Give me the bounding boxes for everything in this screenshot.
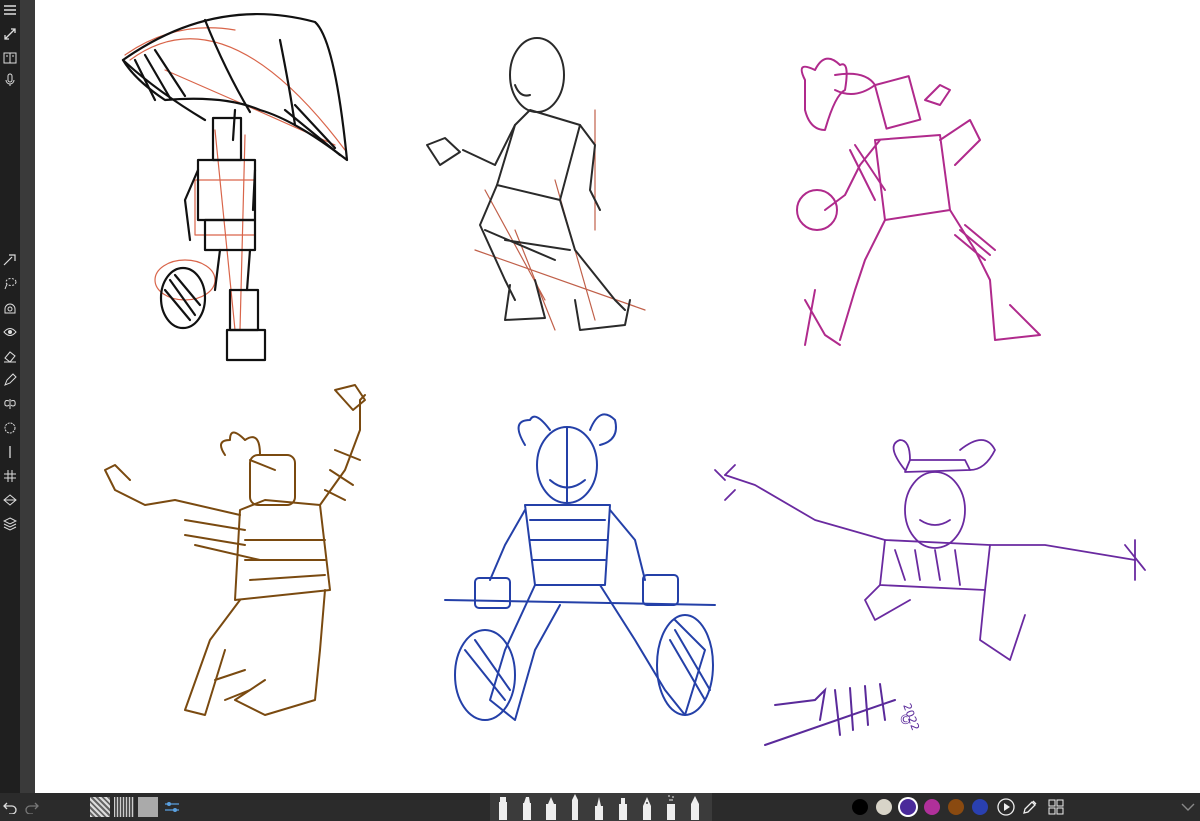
expand-icon[interactable] xyxy=(2,26,18,42)
fill-icon[interactable] xyxy=(2,300,18,316)
eraser-icon[interactable] xyxy=(2,348,18,364)
line-guide-icon[interactable] xyxy=(2,444,18,460)
sitter-figure-sketch xyxy=(444,413,716,721)
grid-icon[interactable] xyxy=(2,468,18,484)
chalk-brush-icon[interactable] xyxy=(686,793,704,821)
toolbar-gutter xyxy=(20,0,35,793)
visibility-icon[interactable] xyxy=(2,324,18,340)
umbrella-figure-sketch xyxy=(121,13,349,362)
thrower-figure-sketch xyxy=(796,57,1041,346)
book-icon[interactable] xyxy=(2,50,18,66)
play-icon[interactable] xyxy=(996,793,1016,821)
airbrush-icon[interactable] xyxy=(662,793,680,821)
layers-icon[interactable] xyxy=(2,516,18,532)
circle-guide-icon[interactable] xyxy=(2,420,18,436)
texture-1-icon[interactable] xyxy=(90,797,110,817)
collapse-icon[interactable] xyxy=(1178,793,1198,821)
sketch-layer: 2022 © xyxy=(104,13,1146,746)
color-swatch[interactable] xyxy=(900,799,916,815)
paint-brush-icon[interactable] xyxy=(590,793,608,821)
fountain-pen-brush-icon[interactable] xyxy=(638,793,656,821)
color-swatch[interactable] xyxy=(852,799,868,815)
brush-tray xyxy=(490,793,712,821)
microphone-icon[interactable] xyxy=(2,72,18,88)
highlighter-brush-icon[interactable] xyxy=(518,793,536,821)
slider-settings-icon[interactable] xyxy=(162,793,182,821)
color-swatch[interactable] xyxy=(972,799,988,815)
color-swatch[interactable] xyxy=(924,799,940,815)
eyedropper-icon[interactable] xyxy=(1020,793,1040,821)
marker-brush-icon[interactable] xyxy=(494,793,512,821)
runner-figure-sketch xyxy=(426,37,646,331)
grid-view-icon[interactable] xyxy=(1046,793,1066,821)
copyright-mark: © xyxy=(899,713,912,728)
artist-signature: 2022 © xyxy=(764,683,922,746)
color-swatch[interactable] xyxy=(876,799,892,815)
texture-2-icon[interactable] xyxy=(114,797,134,817)
flyer-figure-sketch xyxy=(714,439,1146,661)
pencil-icon[interactable] xyxy=(2,372,18,388)
pencil-brush-icon[interactable] xyxy=(566,793,584,821)
perspective-icon[interactable] xyxy=(2,492,18,508)
menu-icon[interactable] xyxy=(2,2,18,18)
felt-pen-brush-icon[interactable] xyxy=(614,793,632,821)
redo-icon[interactable] xyxy=(24,793,40,821)
jumper-figure-sketch xyxy=(104,384,366,716)
symmetry-icon[interactable] xyxy=(2,396,18,412)
left-toolbar xyxy=(0,0,20,793)
transform-icon[interactable] xyxy=(2,252,18,268)
undo-icon[interactable] xyxy=(2,793,18,821)
bottom-toolbar xyxy=(0,793,1200,821)
lasso-select-icon[interactable] xyxy=(2,276,18,292)
drawing-canvas[interactable]: 2022 © xyxy=(35,0,1200,793)
texture-3-icon[interactable] xyxy=(138,797,158,817)
crayon-brush-icon[interactable] xyxy=(542,793,560,821)
color-swatch[interactable] xyxy=(948,799,964,815)
